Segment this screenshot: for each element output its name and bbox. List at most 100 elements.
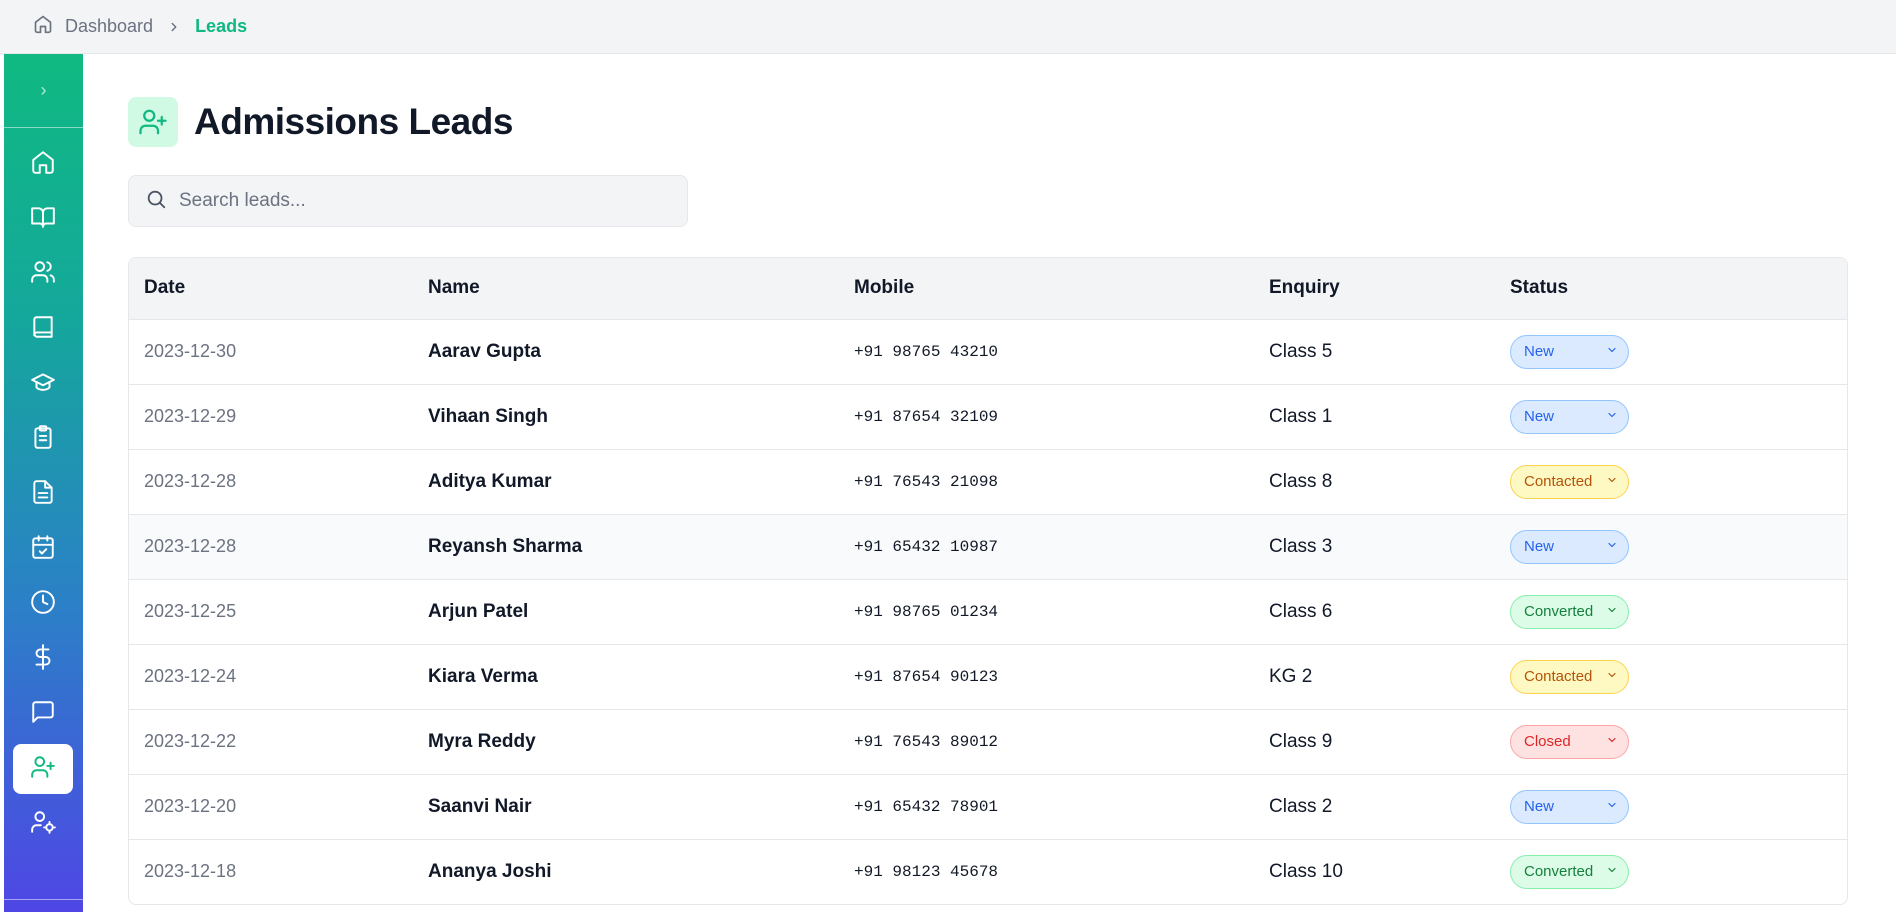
cell-enquiry: KG 2 <box>1269 665 1313 687</box>
table-row[interactable]: 2023-12-28 Aditya Kumar +91 76543 21098 Cla… <box>129 449 1847 514</box>
column-header-status[interactable]: Status <box>1495 258 1847 319</box>
table-row[interactable]: 2023-12-29 Vihaan Singh +91 87654 32109 Cla… <box>129 384 1847 449</box>
status-select[interactable]: Converted <box>1510 594 1629 629</box>
cell-name: Aditya Kumar <box>428 470 552 492</box>
cell-name: Vihaan Singh <box>428 405 549 427</box>
table-row[interactable]: 2023-12-25 Arjun Patel +91 98765 01234 Clas… <box>129 579 1847 644</box>
cell-name: Reyansh Sharma <box>428 535 583 557</box>
column-header-enquiry[interactable]: Enquiry <box>1254 258 1495 319</box>
status-label: Converted <box>1524 863 1594 881</box>
sidebar-item-documents[interactable] <box>13 469 73 519</box>
sidebar-item-students[interactable] <box>13 249 73 299</box>
page-title: Admissions Leads <box>194 101 513 142</box>
status-select[interactable]: Contacted <box>1510 464 1629 499</box>
table-row[interactable]: 2023-12-30 Aarav Gupta +91 98765 43210 Clas… <box>129 319 1847 384</box>
cell-date: 2023-12-20 <box>144 796 237 816</box>
user-plus-icon <box>128 97 178 147</box>
status-select[interactable]: Closed <box>1510 724 1629 759</box>
cell-status: Closed <box>1495 709 1847 774</box>
table-row[interactable]: 2023-12-18 Ananya Joshi +91 98123 45678 Cla… <box>129 839 1847 904</box>
sidebar-item-courses[interactable] <box>13 194 73 244</box>
chevron-down-icon <box>1606 733 1618 750</box>
column-header-mobile[interactable]: Mobile <box>839 258 1254 319</box>
cell-mobile: +91 87654 32109 <box>854 407 999 426</box>
status-select[interactable]: Contacted <box>1510 659 1629 694</box>
cell-mobile: +91 76543 89012 <box>854 732 999 751</box>
status-label: New <box>1524 798 1555 815</box>
cell-date: 2023-12-28 <box>144 536 237 556</box>
sidebar-item-home[interactable] <box>13 139 73 189</box>
sidebar-item-user-settings[interactable] <box>13 799 73 849</box>
sidebar-item-timetable[interactable] <box>13 579 73 629</box>
cell-enquiry: Class 8 <box>1269 470 1333 492</box>
chevron-down-icon <box>1606 538 1618 555</box>
chevron-down-icon <box>1606 863 1618 880</box>
cell-name: Myra Reddy <box>428 730 536 752</box>
cell-enquiry: Class 9 <box>1269 730 1333 752</box>
cell-enquiry: Class 10 <box>1269 860 1343 882</box>
sidebar-item-assignments[interactable] <box>13 414 73 464</box>
cell-mobile: +91 65432 10987 <box>854 537 999 556</box>
status-select[interactable]: New <box>1510 334 1629 369</box>
home-icon[interactable] <box>33 14 53 39</box>
sidebar-item-calendar[interactable] <box>13 524 73 574</box>
dollar-icon <box>30 643 56 675</box>
search-input[interactable] <box>179 190 659 212</box>
cell-status: Contacted <box>1495 449 1847 514</box>
cell-status: Contacted <box>1495 644 1847 709</box>
status-label: Contacted <box>1524 473 1593 490</box>
user-cog-icon <box>30 809 56 840</box>
table-row[interactable]: 2023-12-20 Saanvi Nair +91 65432 78901 Clas… <box>129 774 1847 839</box>
search-icon <box>145 188 167 215</box>
book-open-icon <box>30 204 56 235</box>
breadcrumb-current: Leads <box>195 16 248 36</box>
breadcrumb: Dashboard Leads <box>33 14 247 39</box>
table-row[interactable]: 2023-12-24 Kiara Verma +91 87654 90123 KG 2… <box>129 644 1847 709</box>
column-header-date[interactable]: Date <box>129 258 413 319</box>
table-row[interactable]: 2023-12-22 Myra Reddy +91 76543 89012 Class… <box>129 709 1847 774</box>
sidebar-toggle[interactable]: › <box>4 54 83 128</box>
status-label: Closed <box>1524 733 1571 750</box>
cell-status: Converted <box>1495 579 1847 644</box>
cell-status: New <box>1495 384 1847 449</box>
table-row[interactable]: 2023-12-28 Reyansh Sharma +91 65432 10987 C… <box>129 514 1847 579</box>
cell-name: Aarav Gupta <box>428 340 541 362</box>
cell-date: 2023-12-18 <box>144 861 237 882</box>
chevron-down-icon <box>1606 473 1618 490</box>
breadcrumb-dashboard-link[interactable]: Dashboard <box>65 16 153 37</box>
cell-enquiry: Class 3 <box>1269 535 1333 557</box>
cell-name: Kiara Verma <box>428 665 538 687</box>
cell-enquiry: Class 1 <box>1269 405 1333 427</box>
status-select[interactable]: Converted <box>1510 854 1629 889</box>
status-label: Contacted <box>1524 668 1593 685</box>
status-select[interactable]: New <box>1510 399 1629 434</box>
table-header-row: Date Name Mobile Enquiry Status <box>129 258 1847 319</box>
cell-name: Saanvi Nair <box>428 795 532 817</box>
status-select[interactable]: New <box>1510 529 1629 564</box>
users-icon <box>30 259 56 290</box>
search-box[interactable] <box>128 175 688 227</box>
leads-table: Date Name Mobile Enquiry Status 2023-12-… <box>128 257 1848 905</box>
cell-mobile: +91 87654 90123 <box>854 667 999 686</box>
sidebar-item-academics[interactable] <box>13 359 73 409</box>
chevron-down-icon <box>1606 668 1618 685</box>
status-select[interactable]: New <box>1510 789 1629 824</box>
column-header-name[interactable]: Name <box>413 258 839 319</box>
cell-date: 2023-12-29 <box>144 406 237 426</box>
cell-name: Arjun Patel <box>428 600 529 622</box>
cell-enquiry: Class 2 <box>1269 795 1333 817</box>
sidebar-item-library[interactable] <box>13 304 73 354</box>
sidebar-item-fees[interactable] <box>13 634 73 684</box>
clipboard-list-icon <box>30 424 56 455</box>
cell-status: New <box>1495 514 1847 579</box>
cell-status: New <box>1495 319 1847 384</box>
cell-mobile: +91 98765 01234 <box>854 602 999 621</box>
sidebar-item-leads[interactable] <box>13 744 73 794</box>
clock-icon <box>30 589 56 620</box>
sidebar-item-messages[interactable] <box>13 689 73 739</box>
main-content: Admissions Leads Date Name Mobile Enquir… <box>128 54 1848 905</box>
user-plus-icon <box>30 754 56 785</box>
cell-status: Converted <box>1495 839 1847 904</box>
graduation-cap-icon <box>30 369 56 400</box>
status-label: New <box>1524 343 1555 360</box>
